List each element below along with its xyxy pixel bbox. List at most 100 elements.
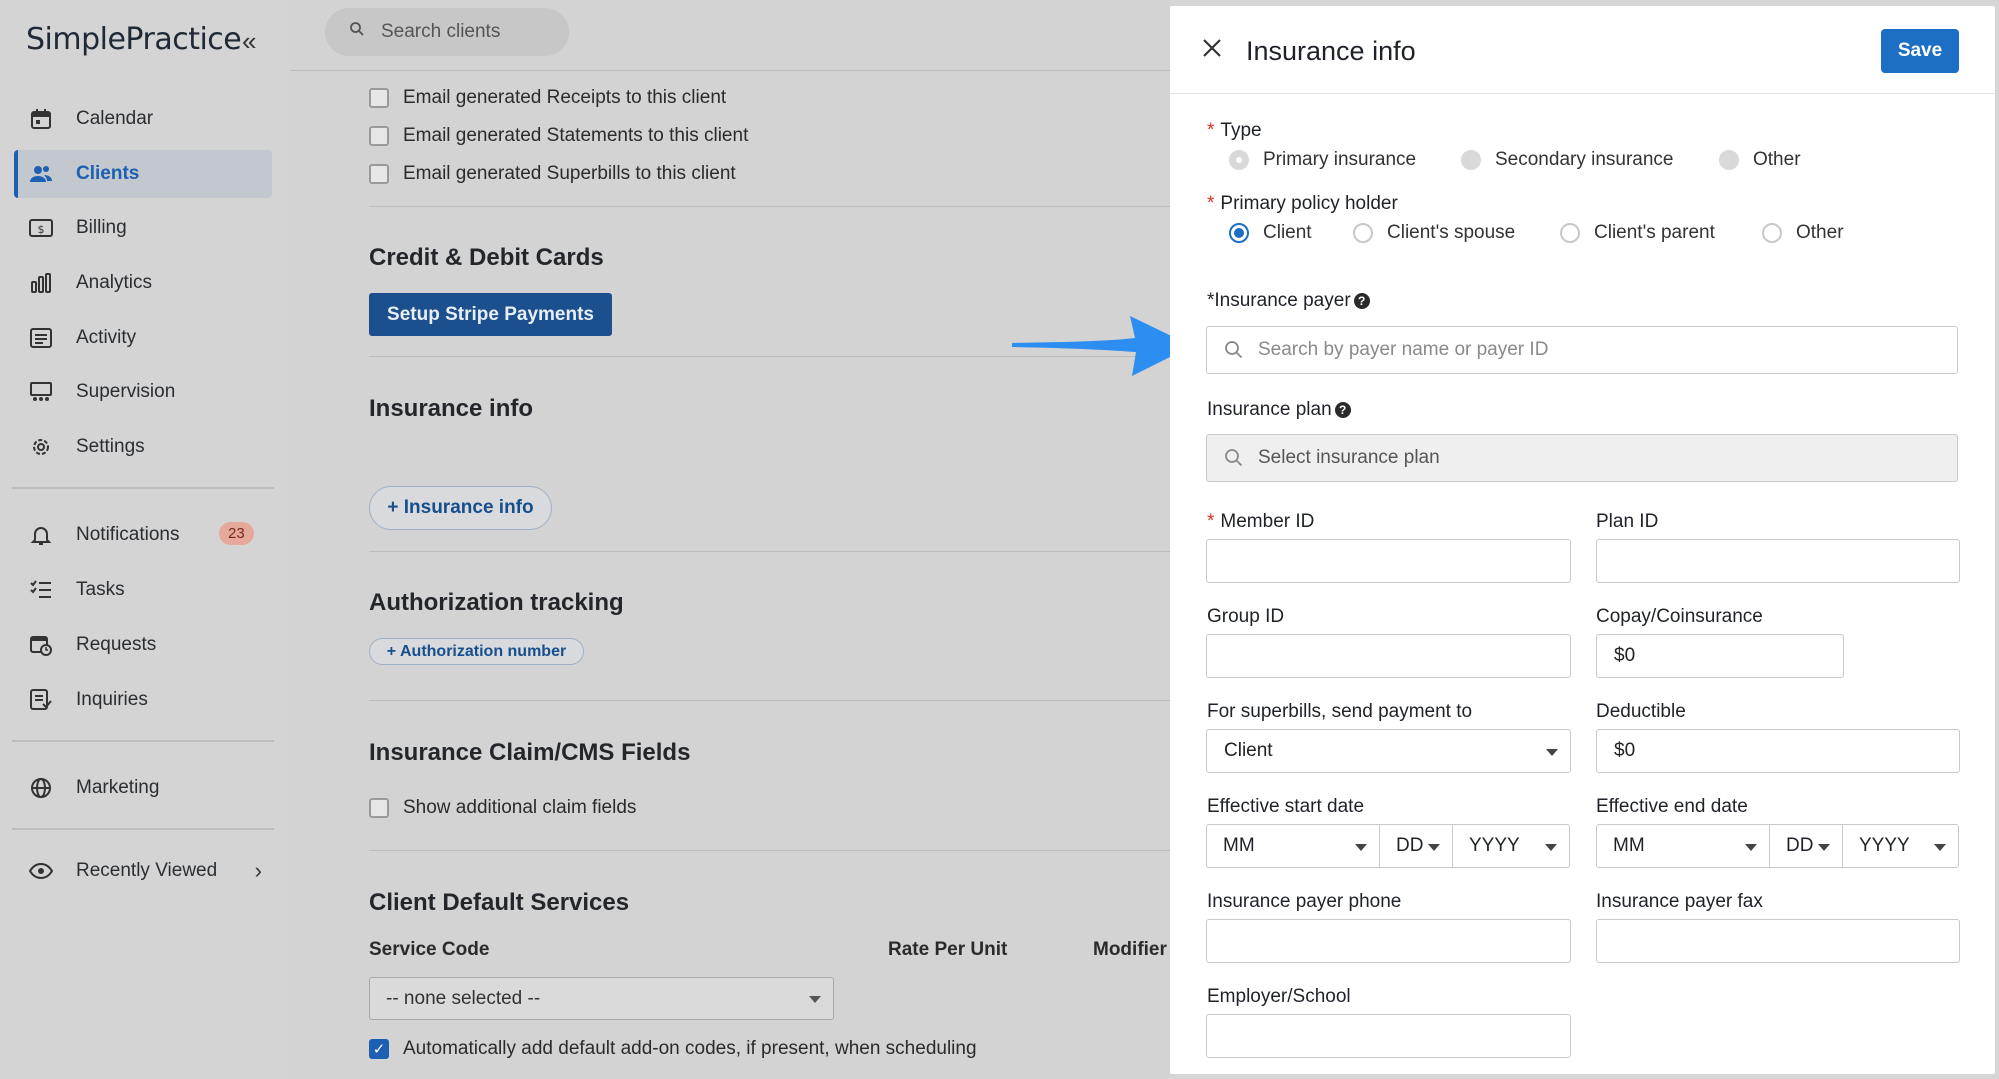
service-code-select[interactable]: -- none selected -- bbox=[369, 977, 834, 1020]
superbills-payment-select[interactable]: Client bbox=[1206, 729, 1571, 773]
holder-parent-option[interactable]: Client's parent bbox=[1560, 222, 1715, 244]
sidebar-item-label: Supervision bbox=[76, 381, 176, 402]
sidebar-item-label: Marketing bbox=[76, 777, 160, 798]
start-month-value: MM bbox=[1223, 835, 1255, 856]
authorization-tracking-title: Authorization tracking bbox=[369, 589, 624, 616]
type-other-option[interactable]: Other bbox=[1719, 149, 1801, 171]
insurance-plan-select[interactable]: Select insurance plan bbox=[1206, 434, 1958, 482]
sidebar-item-label: Billing bbox=[76, 217, 127, 238]
end-year-select[interactable]: YYYY bbox=[1843, 825, 1958, 867]
sidebar-item-recently-viewed[interactable]: Recently Viewed › bbox=[14, 847, 272, 895]
sidebar-item-marketing[interactable]: Marketing bbox=[14, 764, 272, 812]
effective-start-date-picker: MM DD YYYY bbox=[1206, 824, 1570, 868]
copay-input[interactable]: $0 bbox=[1596, 634, 1844, 678]
insurance-claim-title: Insurance Claim/CMS Fields bbox=[369, 739, 691, 766]
section-divider bbox=[369, 700, 1170, 701]
help-icon[interactable]: ? bbox=[1353, 293, 1370, 309]
sidebar-divider bbox=[12, 740, 274, 742]
sidebar-item-notifications[interactable]: Notifications 23 bbox=[14, 511, 272, 559]
collapse-sidebar-icon[interactable]: « bbox=[242, 26, 256, 57]
employer-school-label: Employer/School bbox=[1207, 986, 1351, 1007]
member-id-label: * Member ID bbox=[1207, 511, 1314, 533]
sidebar-item-settings[interactable]: Settings bbox=[14, 423, 272, 471]
payer-fax-label: Insurance payer fax bbox=[1596, 891, 1763, 912]
end-day-select[interactable]: DD bbox=[1770, 825, 1843, 867]
header-divider bbox=[290, 70, 1170, 71]
email-superbills-option[interactable]: Email generated Superbills to this clien… bbox=[369, 163, 736, 185]
credit-cards-title: Credit & Debit Cards bbox=[369, 244, 604, 271]
holder-parent-radio[interactable] bbox=[1560, 223, 1580, 243]
save-button[interactable]: Save bbox=[1881, 29, 1959, 73]
email-receipts-option[interactable]: Email generated Receipts to this client bbox=[369, 87, 726, 109]
sidebar-item-requests[interactable]: Requests bbox=[14, 621, 272, 669]
sidebar-item-label: Tasks bbox=[76, 579, 125, 600]
holder-client-radio[interactable] bbox=[1229, 223, 1249, 243]
additional-claim-fields-label: Show additional claim fields bbox=[403, 797, 637, 818]
start-year-select[interactable]: YYYY bbox=[1453, 825, 1569, 867]
holder-spouse-option[interactable]: Client's spouse bbox=[1353, 222, 1515, 244]
type-primary-option[interactable]: Primary insurance bbox=[1229, 149, 1416, 171]
payer-phone-input[interactable] bbox=[1206, 919, 1571, 963]
insurance-payer-label-text: *Insurance payer bbox=[1207, 290, 1351, 311]
end-month-select[interactable]: MM bbox=[1597, 825, 1770, 867]
additional-claim-fields-checkbox[interactable] bbox=[369, 798, 389, 818]
member-id-input[interactable] bbox=[1206, 539, 1571, 583]
email-receipts-checkbox[interactable] bbox=[369, 88, 389, 108]
email-superbills-checkbox[interactable] bbox=[369, 164, 389, 184]
holder-client-option[interactable]: Client bbox=[1229, 222, 1312, 244]
payer-fax-input[interactable] bbox=[1596, 919, 1960, 963]
holder-other-radio[interactable] bbox=[1762, 223, 1782, 243]
deductible-input[interactable]: $0 bbox=[1596, 729, 1960, 773]
sidebar-item-inquiries[interactable]: Inquiries bbox=[14, 676, 272, 724]
group-id-input[interactable] bbox=[1206, 634, 1571, 678]
employer-school-input[interactable] bbox=[1206, 1014, 1571, 1058]
holder-other-label: Other bbox=[1796, 222, 1844, 243]
add-authorization-number-button[interactable]: + Authorization number bbox=[369, 638, 584, 665]
email-statements-option[interactable]: Email generated Statements to this clien… bbox=[369, 125, 748, 147]
sidebar-item-calendar[interactable]: Calendar bbox=[14, 95, 272, 143]
holder-other-option[interactable]: Other bbox=[1762, 222, 1844, 244]
users-icon bbox=[28, 161, 54, 187]
type-secondary-option[interactable]: Secondary insurance bbox=[1461, 149, 1674, 171]
insurance-payer-search-input[interactable]: Search by payer name or payer ID bbox=[1206, 326, 1958, 374]
caret-down-icon bbox=[1545, 844, 1557, 851]
search-icon bbox=[1225, 449, 1243, 467]
type-other-radio[interactable] bbox=[1719, 150, 1739, 170]
insurance-payer-label: *Insurance payer? bbox=[1207, 290, 1370, 312]
holder-spouse-radio[interactable] bbox=[1353, 223, 1373, 243]
sidebar: SimplePractice « Calendar Clients $ Bill… bbox=[0, 0, 290, 1079]
billing-icon: $ bbox=[28, 215, 54, 241]
plan-id-input[interactable] bbox=[1596, 539, 1960, 583]
email-statements-checkbox[interactable] bbox=[369, 126, 389, 146]
client-default-services-title: Client Default Services bbox=[369, 889, 630, 916]
sidebar-item-tasks[interactable]: Tasks bbox=[14, 566, 272, 614]
close-icon[interactable] bbox=[1200, 36, 1224, 60]
sidebar-item-clients[interactable]: Clients bbox=[14, 150, 272, 198]
activity-icon bbox=[28, 325, 54, 351]
auto-addon-option[interactable]: ✓ Automatically add default add-on codes… bbox=[369, 1038, 977, 1060]
auto-addon-checkbox[interactable]: ✓ bbox=[369, 1039, 389, 1059]
sidebar-item-billing[interactable]: $ Billing bbox=[14, 204, 272, 252]
insurance-plan-label-text: Insurance plan bbox=[1207, 399, 1332, 420]
section-divider bbox=[369, 850, 1170, 851]
add-insurance-info-button[interactable]: + Insurance info bbox=[369, 486, 552, 530]
type-secondary-radio[interactable] bbox=[1461, 150, 1481, 170]
eye-icon bbox=[28, 858, 54, 884]
caret-down-icon bbox=[1355, 844, 1367, 851]
sidebar-item-activity[interactable]: Activity bbox=[14, 314, 272, 362]
start-month-select[interactable]: MM bbox=[1207, 825, 1380, 867]
setup-stripe-button[interactable]: Setup Stripe Payments bbox=[369, 293, 612, 336]
sidebar-item-supervision[interactable]: Supervision bbox=[14, 368, 272, 416]
app-logo[interactable]: SimplePractice bbox=[26, 22, 242, 57]
additional-claim-fields-option[interactable]: Show additional claim fields bbox=[369, 797, 636, 819]
sidebar-item-analytics[interactable]: Analytics bbox=[14, 259, 272, 307]
type-primary-radio[interactable] bbox=[1229, 150, 1249, 170]
modifier-header: Modifier bbox=[1093, 939, 1167, 960]
email-superbills-label: Email generated Superbills to this clien… bbox=[403, 163, 736, 184]
start-day-select[interactable]: DD bbox=[1380, 825, 1453, 867]
caret-down-icon bbox=[1428, 844, 1440, 851]
search-clients-input[interactable]: Search clients bbox=[325, 8, 569, 56]
group-id-label: Group ID bbox=[1207, 606, 1285, 627]
help-icon[interactable]: ? bbox=[1334, 402, 1351, 418]
copay-value: $0 bbox=[1614, 645, 1636, 666]
